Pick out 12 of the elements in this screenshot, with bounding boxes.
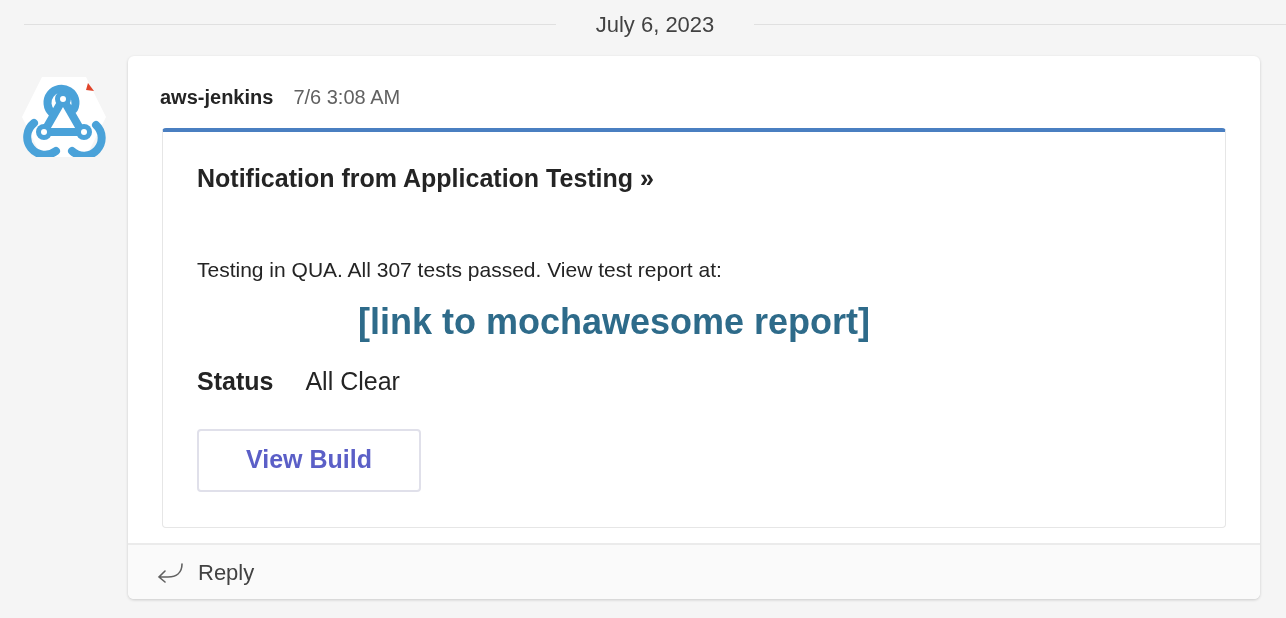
card-title: Notification from Application Testing »: [197, 163, 655, 194]
date-divider: July 6, 2023: [595, 10, 715, 39]
fact-value: All Clear: [305, 366, 400, 397]
report-link[interactable]: [link to mochawesome report]: [358, 295, 871, 349]
reply-icon: [156, 561, 184, 583]
sender-name: aws-jenkins: [160, 85, 274, 110]
webhook-avatar-icon: [22, 77, 106, 157]
card-text: Testing in QUA. All 307 tests passed. View test report at:: [197, 256, 723, 283]
reply-link[interactable]: Reply: [198, 555, 255, 589]
fact-label: Status: [197, 366, 274, 397]
view-build-button[interactable]: View Build: [197, 428, 421, 492]
timestamp: 7/6 3:08 AM: [293, 85, 401, 110]
